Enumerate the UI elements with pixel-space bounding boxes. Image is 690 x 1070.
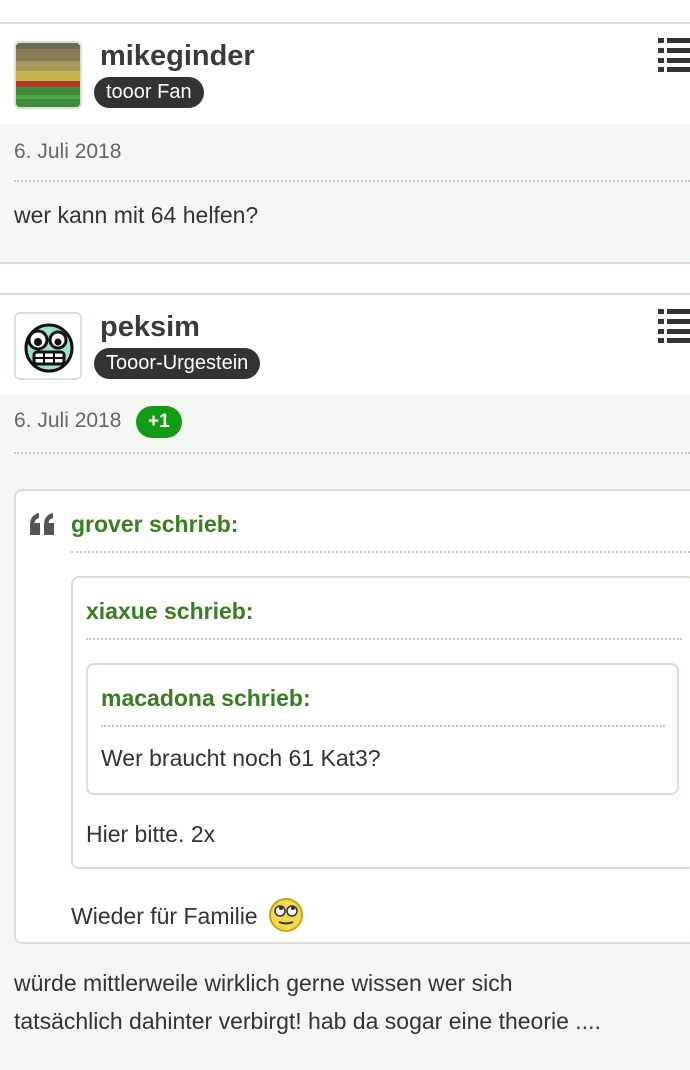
username[interactable]: peksim bbox=[100, 311, 200, 344]
username[interactable]: mikeginder bbox=[100, 40, 255, 73]
quote-text: Wer braucht noch 61 Kat3? bbox=[101, 745, 381, 771]
list-menu-icon[interactable] bbox=[658, 38, 690, 72]
nested-quote-block: xiaxue schrieb: macadona schrieb: Wer br… bbox=[71, 576, 690, 869]
post-date: 6. Juli 2018 bbox=[14, 140, 122, 163]
post-body-text-line: würde mittlerweile wirklich gerne wissen… bbox=[14, 970, 513, 996]
post-header: peksim Tooor-Urgestein bbox=[0, 295, 690, 395]
quote-author[interactable]: xiaxue schrieb: bbox=[86, 598, 253, 625]
rolling-eyes-smiley-icon bbox=[269, 898, 303, 932]
post-mikeginder: mikeginder tooor Fan 6. Juli 2018 wer ka… bbox=[0, 24, 690, 264]
quote-divider bbox=[101, 725, 665, 727]
quote-text: Wieder für Familie bbox=[71, 897, 304, 933]
post-separator bbox=[0, 262, 690, 264]
user-rank-badge: tooor Fan bbox=[94, 77, 204, 108]
quote-mark-icon bbox=[30, 513, 54, 535]
quote-text: Hier bitte. 2x bbox=[86, 821, 216, 847]
grinning-face-avatar-image bbox=[16, 314, 80, 378]
post-header: mikeginder tooor Fan bbox=[0, 24, 690, 124]
post-body-text-line: tatsächlich dahinter verbirgt! hab da so… bbox=[14, 1008, 601, 1034]
list-menu-icon[interactable] bbox=[658, 309, 690, 343]
quote-author[interactable]: macadona schrieb: bbox=[101, 685, 311, 712]
quote-divider bbox=[86, 638, 682, 640]
user-avatar[interactable] bbox=[14, 41, 82, 109]
user-avatar[interactable] bbox=[14, 312, 82, 380]
post-body-text: wer kann mit 64 helfen? bbox=[14, 202, 259, 228]
quote-text-content: Wieder für Familie bbox=[71, 903, 258, 929]
quote-block: grover schrieb: xiaxue schrieb: macadona… bbox=[14, 489, 690, 944]
post-divider bbox=[14, 452, 690, 454]
user-rank-badge: Tooor-Urgestein bbox=[94, 348, 261, 379]
nested-quote-block: macadona schrieb: Wer braucht noch 61 Ka… bbox=[86, 663, 679, 795]
post-divider bbox=[14, 180, 690, 182]
post-date: 6. Juli 2018 bbox=[14, 409, 122, 432]
quote-author[interactable]: grover schrieb: bbox=[71, 511, 238, 538]
quote-divider bbox=[71, 551, 690, 553]
stadium-avatar-image bbox=[16, 43, 80, 107]
like-count-badge[interactable]: +1 bbox=[136, 406, 182, 438]
